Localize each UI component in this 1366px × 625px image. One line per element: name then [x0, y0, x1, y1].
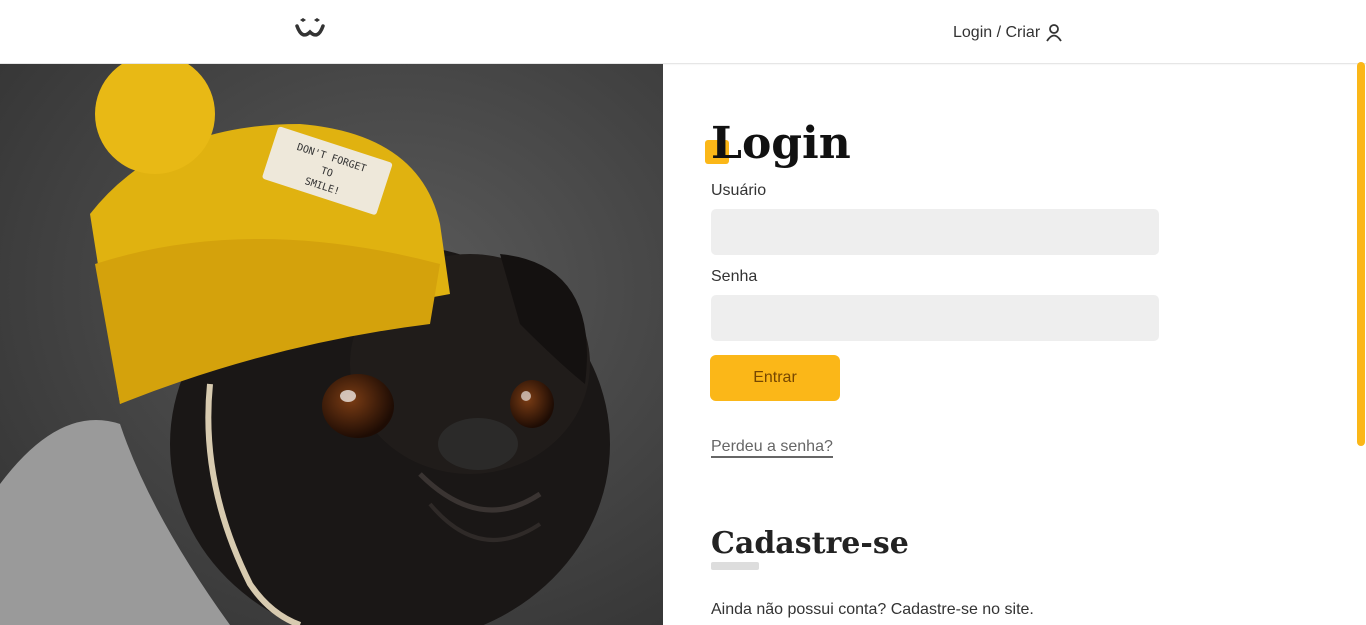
site-header: Login / Criar: [0, 0, 1366, 64]
login-title-wrap: Login: [705, 114, 851, 174]
dog-face-icon: [295, 18, 325, 37]
username-field[interactable]: [711, 209, 1159, 255]
password-field[interactable]: [711, 295, 1159, 341]
pug-photo: DON'T FORGET TO SMILE!: [0, 64, 663, 625]
login-section: Login Usuário Senha Entrar Perdeu a senh…: [663, 64, 1366, 625]
lost-password-link[interactable]: Perdeu a senha?: [711, 437, 833, 458]
signup-title-underline: [711, 562, 759, 570]
password-label: Senha: [711, 268, 758, 285]
login-create-label: Login / Criar: [953, 24, 1041, 41]
signup-title: Cadastre-se: [711, 526, 909, 561]
username-label: Usuário: [711, 182, 767, 199]
page-title: Login: [711, 118, 851, 169]
signup-text: Ainda não possui conta? Cadastre-se no s…: [711, 601, 1034, 618]
scrollbar-thumb[interactable]: [1357, 62, 1365, 446]
submit-button[interactable]: Entrar: [711, 356, 839, 400]
user-icon: [1046, 24, 1062, 42]
login-create-link[interactable]: Login / Criar: [953, 20, 1062, 46]
home-logo[interactable]: [294, 16, 326, 44]
